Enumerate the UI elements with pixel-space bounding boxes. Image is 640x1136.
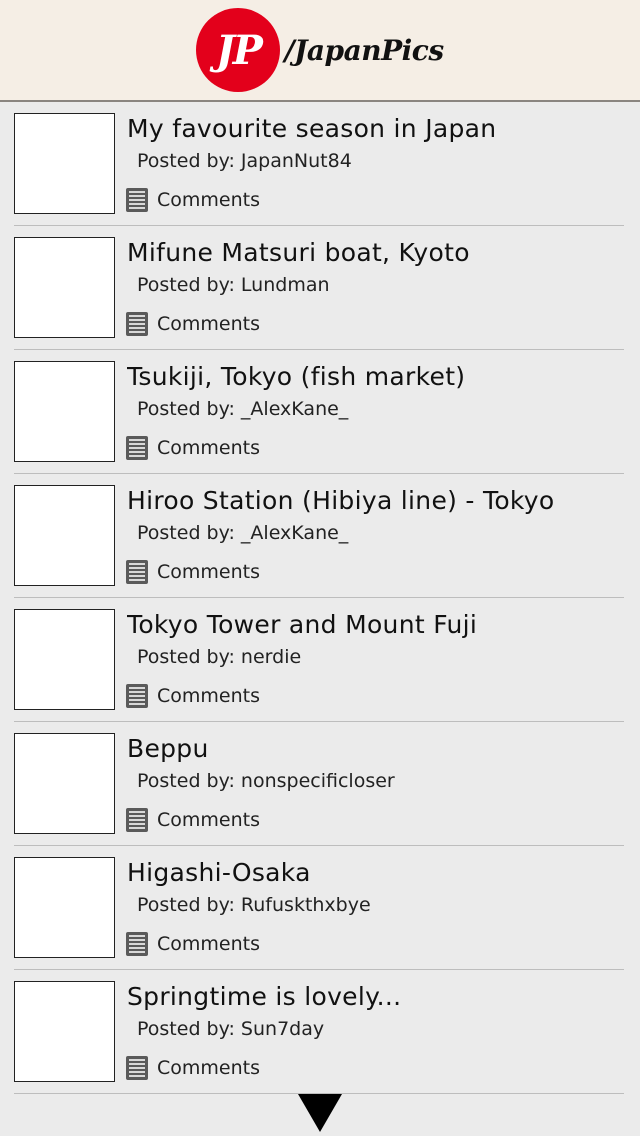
comments-label: Comments (157, 933, 260, 955)
comments-label: Comments (157, 313, 260, 335)
posted-by-label: Posted by: (137, 894, 235, 916)
post-author-line: Posted by: Rufuskthxbye (137, 894, 371, 916)
comments-label: Comments (157, 685, 260, 707)
posted-by-label: Posted by: (137, 646, 235, 668)
comments-icon (126, 188, 148, 212)
post-author: nonspecificloser (240, 770, 395, 792)
post-author-line: Posted by: nonspecificloser (137, 770, 395, 792)
post-author-line: Posted by: _AlexKane_ (137, 398, 348, 420)
post-author: _AlexKane_ (240, 522, 349, 544)
post-item[interactable]: Tsukiji, Tokyo (fish market) Posted by: … (0, 350, 640, 474)
comments-label: Comments (157, 437, 260, 459)
comments-button[interactable]: Comments (126, 312, 260, 336)
comments-icon (126, 684, 148, 708)
post-author-line: Posted by: JapanNut84 (137, 150, 352, 172)
post-item[interactable]: Springtime is lovely... Posted by: Sun7d… (0, 970, 640, 1094)
comments-button[interactable]: Comments (126, 188, 260, 212)
post-thumbnail[interactable] (14, 485, 115, 586)
logo-text: JP (215, 26, 263, 74)
posted-by-label: Posted by: (137, 398, 235, 420)
comments-label: Comments (157, 561, 260, 583)
comments-icon (126, 560, 148, 584)
post-author-line: Posted by: _AlexKane_ (137, 522, 348, 544)
post-thumbnail[interactable] (14, 361, 115, 462)
posted-by-label: Posted by: (137, 150, 235, 172)
comments-button[interactable]: Comments (126, 684, 260, 708)
post-title[interactable]: My favourite season in Japan (127, 114, 627, 143)
post-author: Sun7day (240, 1018, 325, 1040)
post-title[interactable]: Mifune Matsuri boat, Kyoto (127, 238, 627, 267)
post-title[interactable]: Beppu (127, 734, 627, 763)
post-item[interactable]: My favourite season in Japan Posted by: … (0, 102, 640, 226)
post-title[interactable]: Springtime is lovely... (127, 982, 627, 1011)
comments-label: Comments (157, 189, 260, 211)
comments-button[interactable]: Comments (126, 808, 260, 832)
post-item[interactable]: Mifune Matsuri boat, Kyoto Posted by: Lu… (0, 226, 640, 350)
post-thumbnail[interactable] (14, 113, 115, 214)
comments-button[interactable]: Comments (126, 436, 260, 460)
posted-by-label: Posted by: (137, 1018, 235, 1040)
comments-label: Comments (157, 1057, 260, 1079)
post-thumbnail[interactable] (14, 981, 115, 1082)
posted-by-label: Posted by: (137, 770, 235, 792)
post-author: nerdie (240, 646, 302, 668)
post-item[interactable]: Hiroo Station (Hibiya line) - Tokyo Post… (0, 474, 640, 598)
post-thumbnail[interactable] (14, 733, 115, 834)
post-author-line: Posted by: nerdie (137, 646, 301, 668)
post-list: My favourite season in Japan Posted by: … (0, 102, 640, 1094)
post-author-line: Posted by: Lundman (137, 274, 330, 296)
post-author: Rufuskthxbye (240, 894, 371, 916)
post-thumbnail[interactable] (14, 237, 115, 338)
comments-icon (126, 932, 148, 956)
post-thumbnail[interactable] (14, 609, 115, 710)
post-item[interactable]: Tokyo Tower and Mount Fuji Posted by: ne… (0, 598, 640, 722)
post-item[interactable]: Higashi-Osaka Posted by: Rufuskthxbye Co… (0, 846, 640, 970)
subreddit-name: /JapanPics (284, 33, 444, 67)
post-author-line: Posted by: Sun7day (137, 1018, 324, 1040)
comments-button[interactable]: Comments (126, 560, 260, 584)
posted-by-label: Posted by: (137, 522, 235, 544)
post-title[interactable]: Tsukiji, Tokyo (fish market) (127, 362, 627, 391)
app-logo[interactable]: JP (196, 8, 281, 92)
comments-icon (126, 312, 148, 336)
comments-icon (126, 808, 148, 832)
comments-icon (126, 436, 148, 460)
post-title[interactable]: Tokyo Tower and Mount Fuji (127, 610, 627, 639)
post-title[interactable]: Higashi-Osaka (127, 858, 627, 887)
down-arrow-icon[interactable] (298, 1094, 342, 1132)
posted-by-label: Posted by: (137, 274, 235, 296)
comments-label: Comments (157, 809, 260, 831)
post-title[interactable]: Hiroo Station (Hibiya line) - Tokyo (127, 486, 627, 515)
comments-icon (126, 1056, 148, 1080)
app-header: JP /JapanPics (0, 0, 640, 102)
comments-button[interactable]: Comments (126, 1056, 260, 1080)
post-author: JapanNut84 (240, 150, 352, 172)
post-author: _AlexKane_ (240, 398, 349, 420)
post-author: Lundman (240, 274, 330, 296)
post-item[interactable]: Beppu Posted by: nonspecificloser Commen… (0, 722, 640, 846)
post-thumbnail[interactable] (14, 857, 115, 958)
comments-button[interactable]: Comments (126, 932, 260, 956)
